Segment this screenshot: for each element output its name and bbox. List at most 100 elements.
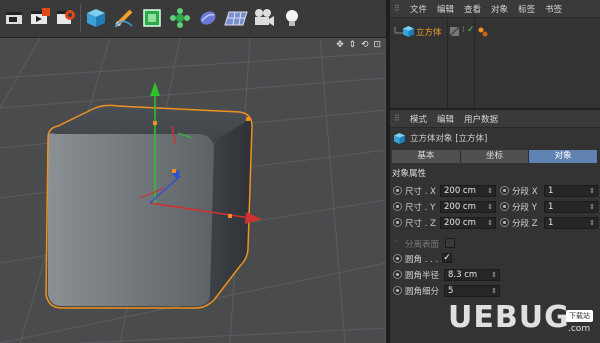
menu-object[interactable]: 对象 bbox=[491, 3, 508, 15]
toolbar-separator bbox=[80, 4, 81, 32]
stepper-icon[interactable]: ⇕ bbox=[589, 218, 595, 228]
cube-icon[interactable] bbox=[82, 4, 110, 32]
seg-z-field[interactable]: 1 ⇕ bbox=[544, 217, 598, 229]
stepper-icon[interactable]: ⇕ bbox=[491, 286, 497, 296]
watermark-domain: .com bbox=[568, 324, 591, 334]
stepper-icon[interactable]: ⇕ bbox=[491, 270, 497, 280]
tab-basic[interactable]: 基本 bbox=[392, 150, 461, 163]
param-row-fillet: 圆角 . . . . ✓ bbox=[390, 252, 600, 266]
cloner-icon[interactable] bbox=[166, 4, 194, 32]
menu-view[interactable]: 查看 bbox=[464, 3, 481, 15]
stepper-icon[interactable]: ⇕ bbox=[589, 202, 595, 212]
size-z-label: 尺寸 . Z bbox=[405, 219, 436, 229]
watermark-tag: 下载站 bbox=[566, 310, 593, 322]
stepper-icon[interactable]: ⇕ bbox=[487, 218, 493, 228]
fillet-label: 圆角 . . . . bbox=[405, 255, 444, 265]
param-row-size-z: 尺寸 . Z 200 cm ⇕ 分段 Z 1 ⇕ bbox=[390, 216, 600, 230]
toolbar bbox=[0, 0, 386, 38]
param-row-size-y: 尺寸 . Y 200 cm ⇕ 分段 Y 1 ⇕ bbox=[390, 200, 600, 214]
animate-radio-icon[interactable] bbox=[393, 218, 402, 227]
fillet-radius-field[interactable]: 8.3 cm ⇕ bbox=[444, 269, 500, 281]
fillet-sub-value: 5 bbox=[448, 286, 454, 296]
menu-user-data[interactable]: 用户数据 bbox=[464, 113, 498, 125]
seg-x-field[interactable]: 1 ⇕ bbox=[544, 185, 598, 197]
menu-tags[interactable]: 标签 bbox=[518, 3, 535, 15]
section-title: 对象属性 bbox=[392, 169, 427, 179]
separate-checkbox[interactable] bbox=[445, 238, 455, 248]
viewport[interactable]: ✥ ⇕ ⟲ ⊡ bbox=[0, 38, 386, 343]
param-row-size-x: 尺寸 . X 200 cm ⇕ 分段 X 1 ⇕ bbox=[390, 184, 600, 198]
attribute-header-title: 立方体对象 [立方体] bbox=[410, 134, 488, 144]
seg-y-label: 分段 Y bbox=[512, 203, 537, 213]
cube-object[interactable] bbox=[45, 104, 253, 309]
fillet-checkbox[interactable]: ✓ bbox=[442, 253, 452, 263]
column-divider bbox=[474, 18, 475, 108]
size-x-label: 尺寸 . X bbox=[405, 187, 436, 197]
menu-edit[interactable]: 编辑 bbox=[437, 3, 454, 15]
tab-object[interactable]: 对象 bbox=[529, 150, 599, 163]
param-row-fillet-sub: 圆角细分 5 ⇕ bbox=[390, 284, 600, 298]
disabled-dot-icon: ◦ bbox=[394, 237, 399, 246]
deformer-icon[interactable] bbox=[194, 4, 222, 32]
light-icon[interactable] bbox=[278, 4, 306, 32]
viewport-scene bbox=[0, 38, 386, 343]
viewport-nav-icons[interactable]: ✥ ⇕ ⟲ ⊡ bbox=[336, 40, 382, 50]
separate-label: 分离表面 bbox=[405, 240, 440, 250]
fillet-radius-label: 圆角半径 bbox=[405, 271, 440, 281]
render-view-icon[interactable] bbox=[0, 4, 28, 32]
cube-object-icon bbox=[403, 26, 414, 37]
pen-icon[interactable] bbox=[110, 4, 138, 32]
seg-y-field[interactable]: 1 ⇕ bbox=[544, 201, 598, 213]
fillet-sub-field[interactable]: 5 ⇕ bbox=[444, 285, 500, 297]
size-y-field[interactable]: 200 cm ⇕ bbox=[440, 201, 496, 213]
seg-z-value: 1 bbox=[548, 218, 554, 228]
stepper-icon[interactable]: ⇕ bbox=[487, 186, 493, 196]
animate-radio-icon[interactable] bbox=[500, 218, 509, 227]
phong-tag-icon[interactable] bbox=[478, 27, 488, 37]
fillet-sub-label: 圆角细分 bbox=[405, 287, 440, 297]
animate-radio-icon[interactable] bbox=[393, 202, 402, 211]
size-y-label: 尺寸 . Y bbox=[405, 203, 436, 213]
render-icon[interactable] bbox=[26, 4, 54, 32]
size-x-value: 200 cm bbox=[444, 186, 476, 196]
fillet-radius-value: 8.3 cm bbox=[448, 270, 478, 280]
attribute-header: 立方体对象 [立方体] bbox=[390, 130, 600, 146]
object-manager: ⠿ 文件 编辑 查看 对象 标签 书签 立方体 ⁝ ✓ bbox=[390, 0, 600, 108]
floor-icon[interactable] bbox=[222, 4, 250, 32]
camera-icon[interactable] bbox=[250, 4, 278, 32]
cube-object-icon bbox=[394, 132, 405, 144]
param-row-separate: ◦ 分离表面 bbox=[390, 237, 600, 251]
menu-file[interactable]: 文件 bbox=[410, 3, 427, 15]
menu-edit[interactable]: 编辑 bbox=[437, 113, 454, 125]
menu-mode[interactable]: 模式 bbox=[410, 113, 427, 125]
animate-radio-icon[interactable] bbox=[500, 202, 509, 211]
seg-x-value: 1 bbox=[548, 186, 554, 196]
animate-radio-icon[interactable] bbox=[393, 270, 402, 279]
size-z-value: 200 cm bbox=[444, 218, 476, 228]
animate-radio-icon[interactable] bbox=[393, 254, 402, 263]
visibility-dots-icon[interactable]: ⁝ bbox=[462, 25, 465, 34]
grip-icon[interactable]: ⠿ bbox=[394, 4, 406, 14]
render-settings-icon[interactable] bbox=[52, 4, 80, 32]
object-row-cube[interactable]: 立方体 ⁝ ✓ bbox=[390, 25, 600, 39]
subdivision-icon[interactable] bbox=[138, 4, 166, 32]
seg-x-label: 分段 X bbox=[512, 187, 538, 197]
object-manager-menubar: ⠿ 文件 编辑 查看 对象 标签 书签 bbox=[390, 0, 600, 18]
seg-y-value: 1 bbox=[548, 202, 554, 212]
watermark-brand: UEBUG bbox=[448, 300, 570, 335]
object-name[interactable]: 立方体 bbox=[416, 26, 442, 38]
animate-radio-icon[interactable] bbox=[500, 186, 509, 195]
animate-radio-icon[interactable] bbox=[393, 286, 402, 295]
column-divider bbox=[447, 18, 448, 108]
menu-bookmarks[interactable]: 书签 bbox=[545, 3, 562, 15]
size-z-field[interactable]: 200 cm ⇕ bbox=[440, 217, 496, 229]
tab-coord[interactable]: 坐标 bbox=[460, 150, 530, 163]
stepper-icon[interactable]: ⇕ bbox=[589, 186, 595, 196]
layer-icon[interactable] bbox=[450, 27, 460, 37]
watermark-logo: UEBUG 下载站 .com bbox=[448, 298, 600, 343]
seg-z-label: 分段 Z bbox=[512, 219, 538, 229]
size-x-field[interactable]: 200 cm ⇕ bbox=[440, 185, 496, 197]
animate-radio-icon[interactable] bbox=[393, 186, 402, 195]
grip-icon[interactable]: ⠿ bbox=[394, 114, 406, 124]
stepper-icon[interactable]: ⇕ bbox=[487, 202, 493, 212]
